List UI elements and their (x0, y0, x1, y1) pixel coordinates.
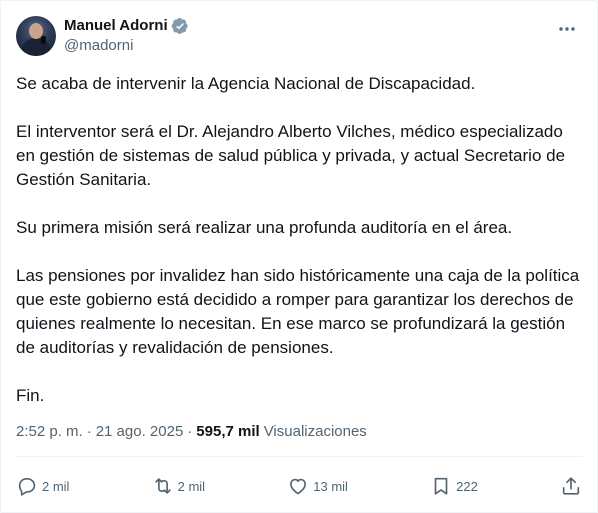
tweet-paragraph-1: Se acaba de intervenir la Agencia Nacion… (16, 74, 476, 93)
tweet-paragraph-5: Fin. (16, 386, 45, 405)
divider (16, 456, 582, 457)
tweet-card: Manuel Adorni @madorni Se acaba de inter… (0, 0, 598, 513)
author-handle[interactable]: @madorni (64, 36, 189, 56)
tweet-header: Manuel Adorni @madorni (16, 15, 582, 57)
bookmark-icon (434, 477, 448, 495)
reply-count: 2 mil (42, 478, 70, 494)
author-info: Manuel Adorni @madorni (64, 16, 189, 56)
meta-separator: · (86, 423, 92, 440)
bookmark-count: 222 (456, 478, 478, 494)
more-horizontal-icon[interactable] (557, 19, 577, 39)
reply-icon (18, 478, 36, 496)
action-bar: 2 mil 2 mil 13 mil 222 (16, 472, 582, 500)
like-button[interactable]: 13 mil (287, 475, 348, 497)
name-row: Manuel Adorni (64, 16, 189, 36)
bookmark-button[interactable]: 222 (430, 475, 478, 497)
repost-button[interactable]: 2 mil (152, 475, 205, 497)
heart-icon (290, 478, 307, 495)
tweet-paragraph-4: Las pensiones por invalidez han sido his… (16, 266, 580, 357)
share-icon (562, 477, 580, 495)
tweet-paragraph-3: Su primera misión será realizar una prof… (16, 218, 513, 237)
avatar-microphone (41, 36, 46, 44)
tweet-paragraph-2: El interventor será el Dr. Alejandro Alb… (16, 122, 566, 189)
like-count: 13 mil (313, 478, 348, 494)
repost-count: 2 mil (177, 478, 206, 494)
tweet-date[interactable]: 21 ago. 2025 (96, 422, 184, 442)
tweet-meta: 2:52 p. m. · 21 ago. 2025 · 595,7 mil Vi… (16, 422, 367, 442)
verified-badge-icon[interactable] (171, 17, 189, 35)
avatar[interactable] (16, 16, 56, 56)
reply-button[interactable]: 2 mil (16, 475, 69, 497)
tweet-body: Se acaba de intervenir la Agencia Nacion… (16, 72, 582, 408)
meta-separator-2: · (187, 423, 193, 440)
repost-icon (154, 478, 171, 494)
tweet-time[interactable]: 2:52 p. m. (16, 422, 83, 442)
share-button[interactable] (560, 475, 582, 497)
author-name[interactable]: Manuel Adorni (64, 16, 168, 36)
views-count: 595,7 mil (196, 423, 260, 440)
views-label: Visualizaciones (263, 423, 367, 440)
